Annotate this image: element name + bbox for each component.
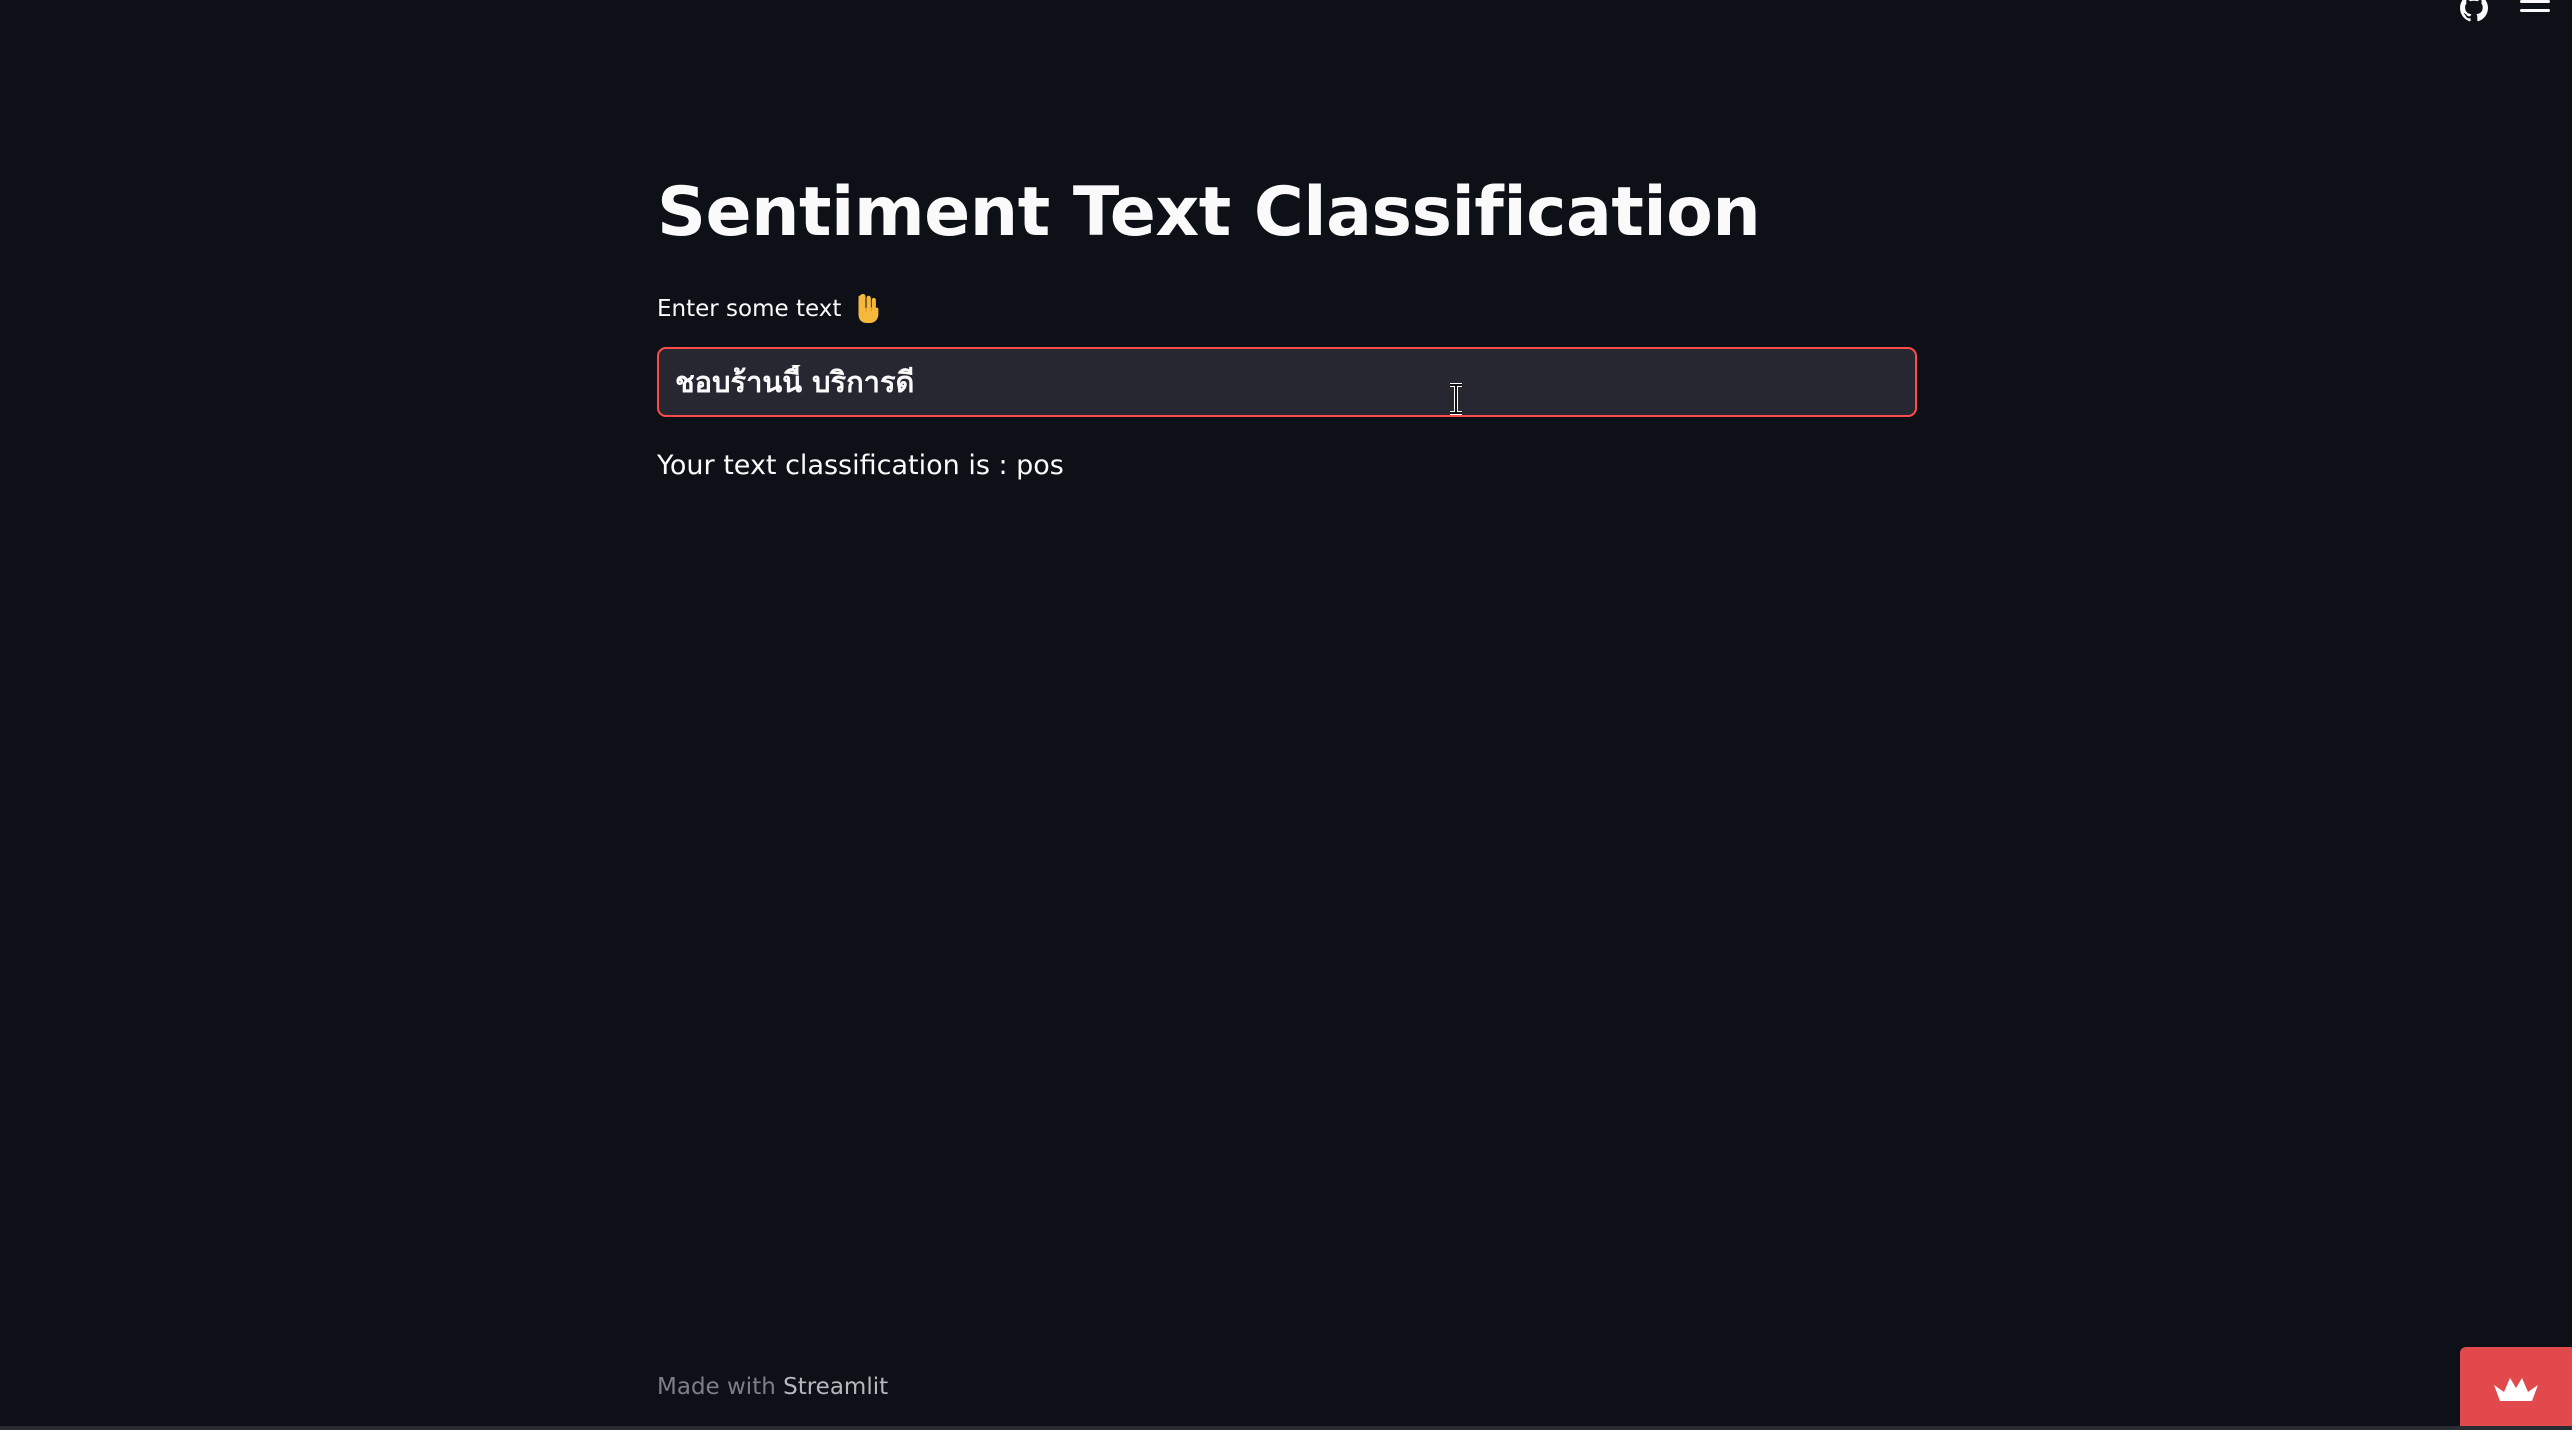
window-bottom-border	[0, 1426, 2572, 1430]
text-input[interactable]	[675, 365, 1899, 399]
page-title: Sentiment Text Classification	[657, 173, 1761, 252]
github-icon[interactable]	[2458, 0, 2490, 24]
crown-icon	[2494, 1377, 2538, 1401]
footer: Made with Streamlit	[657, 1374, 888, 1400]
deploy-badge[interactable]	[2460, 1347, 2572, 1430]
classification-result: Your text classification is : pos	[657, 450, 1064, 481]
input-label: Enter some text	[657, 296, 842, 322]
footer-made-with: Made with	[657, 1374, 776, 1400]
hamburger-menu-icon[interactable]	[2518, 0, 2552, 18]
streamlit-link[interactable]: Streamlit	[783, 1374, 888, 1400]
text-cursor-icon	[1450, 383, 1462, 415]
input-label-row: Enter some text	[657, 292, 881, 326]
text-input-container[interactable]	[657, 347, 1917, 417]
pointing-down-hand-icon	[858, 294, 879, 323]
